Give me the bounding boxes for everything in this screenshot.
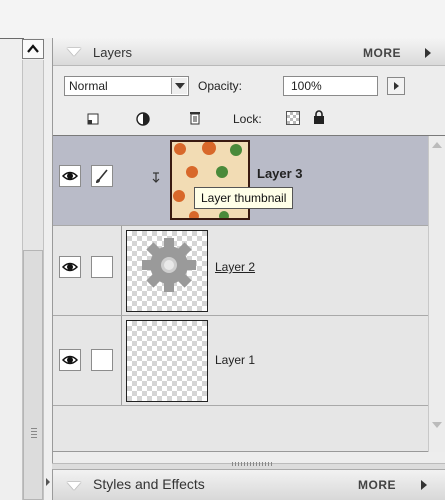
opacity-field[interactable]: 100% [283,76,378,96]
scroll-up-icon[interactable] [432,142,442,148]
scroll-up-button[interactable] [22,39,44,59]
grip-icon[interactable] [31,428,37,440]
brush-icon [96,169,108,183]
lock-all-icon[interactable] [312,109,328,125]
lock-label: Lock: [233,112,262,126]
eye-icon [61,171,79,181]
dock-divider [0,38,24,39]
layer-row-layer-1[interactable]: Layer 1 [53,316,428,406]
dropdown-icon[interactable] [171,78,187,94]
new-layer-icon[interactable] [85,111,101,127]
layer-name-layer-2[interactable]: Layer 2 [215,260,255,274]
opacity-slider-button[interactable] [387,77,405,95]
lock-transparency-icon[interactable] [286,111,300,125]
eye-icon [61,262,79,272]
grip-icon[interactable] [232,462,272,466]
trash-icon[interactable] [187,109,203,125]
layer-name-layer-3[interactable]: Layer 3 [257,166,303,181]
layers-panel: Layers MORE Normal Opacity: 100% Lock: L… [52,38,445,463]
more-button[interactable]: MORE [363,46,401,60]
layer-thumbnail-layer-1[interactable] [126,320,208,402]
layer-thumbnail-layer-2[interactable] [126,230,208,312]
scroll-up-icon [27,44,39,53]
opacity-value: 100% [291,79,322,93]
clipping-arrow-icon [152,172,160,183]
more-arrow-icon[interactable] [421,480,427,490]
brush-toggle-layer-3[interactable] [91,165,113,187]
panel-title: Layers [93,45,133,60]
styles-effects-header[interactable]: Styles and Effects MORE [52,469,445,500]
collapse-icon[interactable] [67,48,81,56]
blend-mode-value: Normal [69,79,108,93]
more-arrow-icon[interactable] [425,48,431,58]
scroll-down-icon[interactable] [432,422,442,428]
tooltip: Layer thumbnail [194,187,294,209]
blend-mode-select[interactable]: Normal [64,76,189,96]
side-arrow-icon [46,478,50,486]
brush-toggle-layer-1[interactable] [91,349,113,371]
eye-icon [61,355,79,365]
visibility-toggle-layer-2[interactable] [59,256,81,278]
collapse-icon[interactable] [67,482,81,490]
visibility-toggle-layer-1[interactable] [59,349,81,371]
layer-name-layer-1[interactable]: Layer 1 [215,353,255,367]
opacity-label: Opacity: [198,79,243,93]
layers-scrollbar[interactable] [428,136,445,452]
layer-row-layer-2[interactable]: Layer 2 [53,226,428,316]
styles-panel-title: Styles and Effects [93,476,205,492]
adjustment-layer-icon[interactable] [135,110,151,126]
brush-toggle-layer-2[interactable] [91,256,113,278]
layers-panel-header[interactable]: Layers MORE [53,38,445,66]
layer-row-layer-3[interactable]: Layer 3 [53,136,428,226]
styles-more-button[interactable]: MORE [358,478,396,492]
dock-scroll-thumb[interactable] [23,250,43,500]
visibility-toggle-layer-3[interactable] [59,165,81,187]
layers-list: Layer 3 Layer 2 Layer 1 [53,135,445,452]
gear-icon [142,238,196,292]
